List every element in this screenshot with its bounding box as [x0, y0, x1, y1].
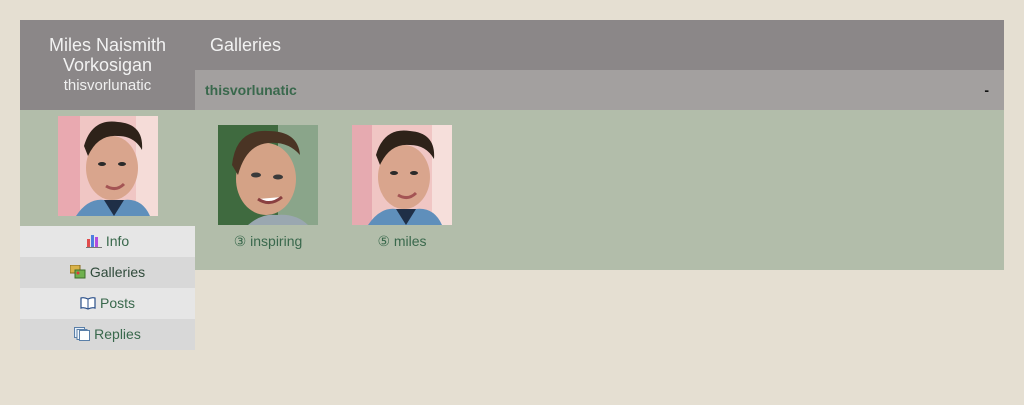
gallery-label[interactable]: ⑤ miles: [352, 233, 452, 250]
collapse-button[interactable]: -: [984, 82, 989, 98]
pages-icon: [74, 321, 91, 352]
gallery-label[interactable]: ③ inspiring: [218, 233, 318, 250]
sidebar-item-replies[interactable]: Replies: [20, 319, 195, 350]
profile-name: Miles Naismith Vorkosigan: [48, 35, 167, 75]
bar-chart-icon: [85, 228, 102, 259]
sidebar-item-label: Replies: [94, 326, 141, 342]
galleries-icon: [69, 259, 86, 290]
section-title[interactable]: thisvorlunatic: [205, 82, 297, 98]
sidebar-item-info[interactable]: Info: [20, 226, 195, 257]
sidebar-item-label: Galleries: [89, 264, 146, 280]
main-panel: Galleries thisvorlunatic - ③ inspiring ⑤…: [195, 20, 1004, 270]
profile-handle: thisvorlunatic: [63, 77, 152, 94]
gallery-item-inspiring[interactable]: ③ inspiring: [218, 125, 318, 250]
avatar[interactable]: [57, 116, 158, 216]
sidebar-item-galleries[interactable]: Galleries: [20, 257, 195, 288]
sidebar-item-posts[interactable]: Posts: [20, 288, 195, 319]
section-header: thisvorlunatic -: [195, 70, 1004, 110]
gallery-thumbnail[interactable]: [352, 125, 452, 225]
sidebar: Miles Naismith Vorkosigan thisvorlunatic: [20, 20, 195, 350]
book-icon: [80, 290, 96, 321]
page-title: Galleries: [195, 20, 1004, 70]
avatar-box: [20, 110, 195, 226]
gallery-list: ③ inspiring ⑤ miles: [195, 110, 1004, 270]
sidebar-item-label: Info: [105, 233, 130, 249]
gallery-thumbnail[interactable]: [218, 125, 318, 225]
profile-header: Miles Naismith Vorkosigan thisvorlunatic: [20, 20, 195, 110]
gallery-item-miles[interactable]: ⑤ miles: [352, 125, 452, 250]
sidebar-item-label: Posts: [99, 295, 135, 311]
